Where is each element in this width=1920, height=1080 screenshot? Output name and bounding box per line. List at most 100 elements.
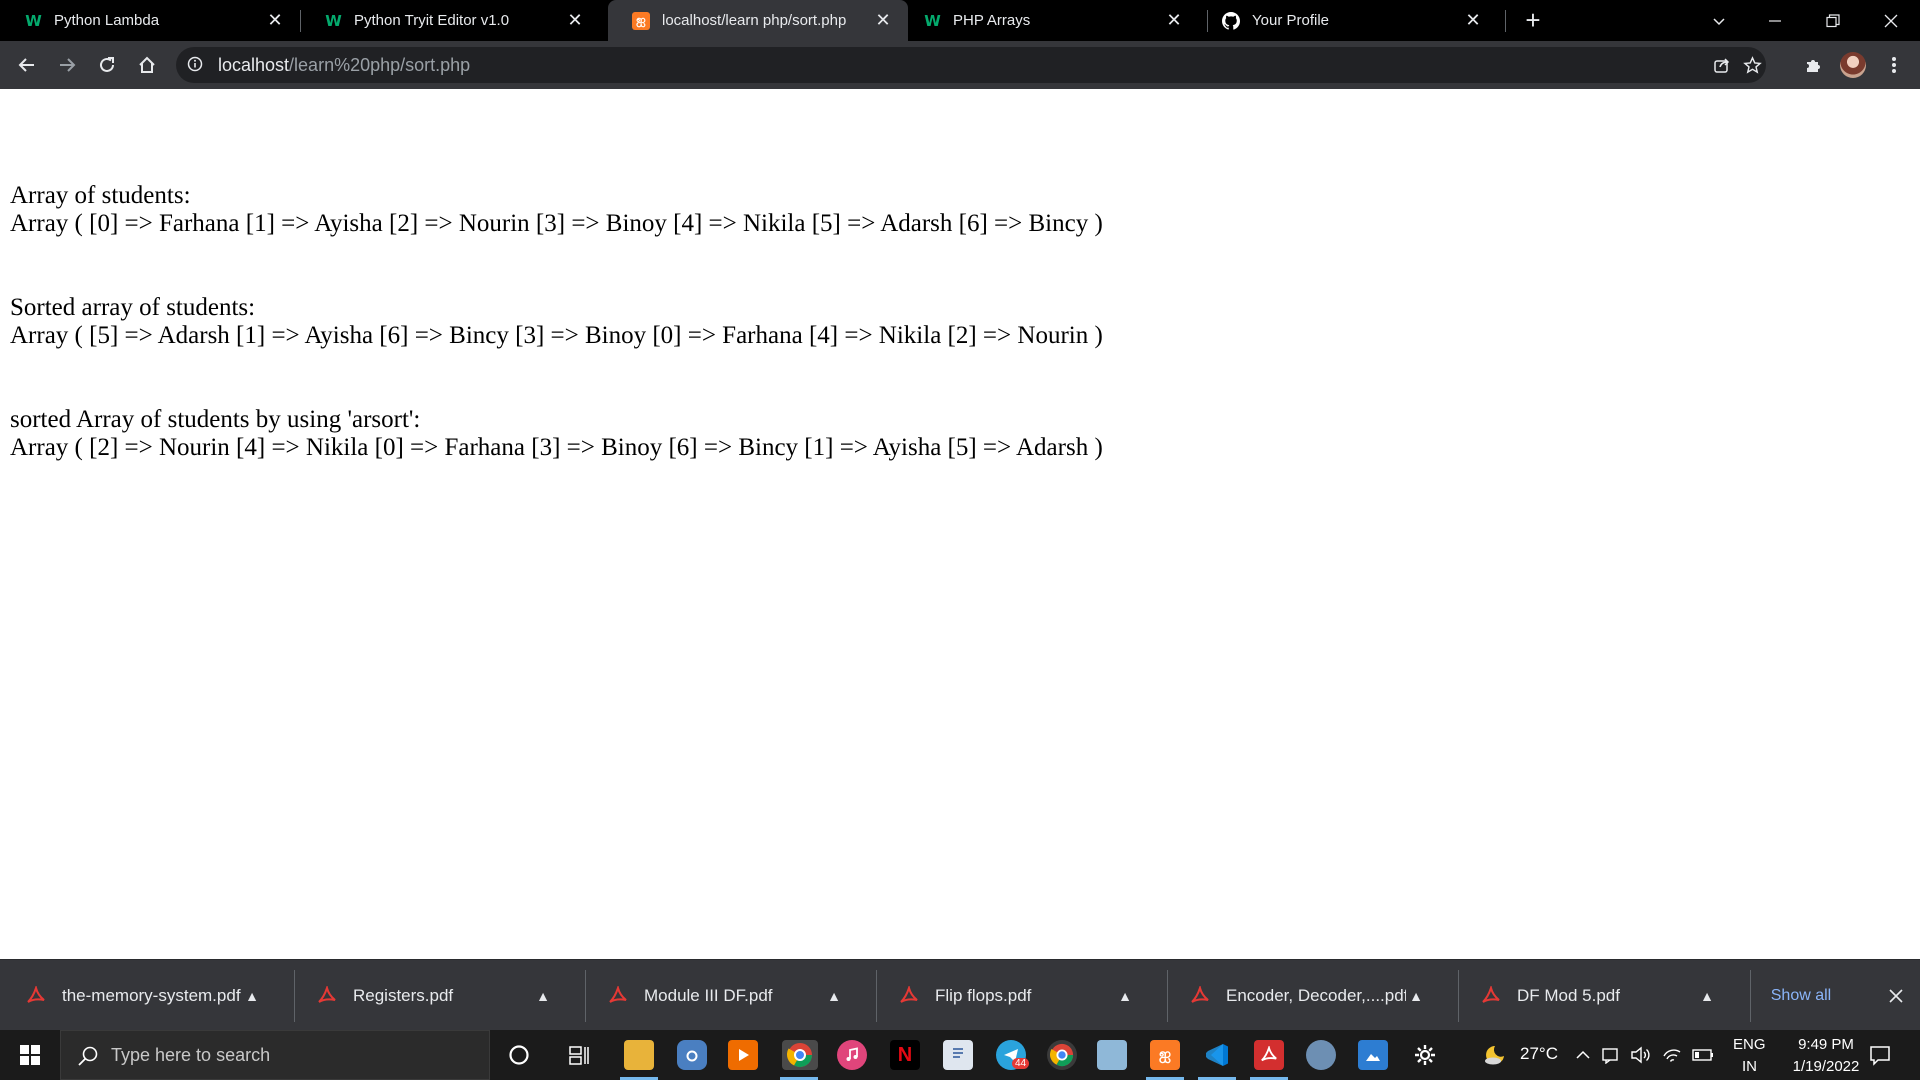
- acrobat-icon[interactable]: [1254, 1040, 1284, 1070]
- temperature: 27°C: [1520, 1044, 1558, 1063]
- camera-icon[interactable]: [677, 1040, 707, 1070]
- w3schools-icon: W: [325, 11, 342, 30]
- cortana-icon[interactable]: [504, 1040, 534, 1070]
- tab-title: Python Tryit Editor v1.0: [354, 12, 510, 29]
- wifi-icon[interactable]: [1660, 1040, 1684, 1070]
- download-item[interactable]: Module III DF.pdf ▲: [582, 960, 872, 1031]
- tab-python-tryit-editor[interactable]: W Python Tryit Editor v1.0 ✕: [300, 0, 600, 41]
- arsort-array-section: sorted Array of students by using 'arsor…: [10, 406, 1103, 462]
- meet-now-icon[interactable]: [1600, 1040, 1624, 1070]
- download-item[interactable]: Registers.pdf ▲: [291, 960, 581, 1031]
- pdf-icon: [27, 985, 45, 1003]
- task-view-icon[interactable]: [564, 1040, 594, 1070]
- download-shelf: the-memory-system.pdf ▲ Registers.pdf ▲ …: [0, 959, 1920, 1031]
- tab-sort-php[interactable]: ஐ localhost/learn php/sort.php ✕: [608, 0, 908, 41]
- chevron-up-icon[interactable]: ▲: [1697, 988, 1717, 1004]
- array-output: Array ( [2] => Nourin [4] => Nikila [0] …: [10, 434, 1103, 461]
- download-item[interactable]: Flip flops.pdf ▲: [873, 960, 1163, 1031]
- close-tab-icon[interactable]: ✕: [566, 10, 584, 30]
- download-filename: DF Mod 5.pdf: [1517, 985, 1620, 1005]
- tab-title: localhost/learn php/sort.php: [662, 12, 847, 29]
- vscode-icon[interactable]: [1202, 1040, 1232, 1070]
- download-item[interactable]: the-memory-system.pdf ▲: [0, 960, 290, 1031]
- tab-python-lambda[interactable]: W Python Lambda ✕: [0, 0, 300, 41]
- weather-icon[interactable]: [1480, 1040, 1510, 1070]
- chevron-up-icon[interactable]: ▲: [242, 988, 262, 1004]
- array-output: Array ( [5] => Adarsh [1] => Ayisha [6] …: [10, 322, 1103, 349]
- volume-icon[interactable]: [1628, 1040, 1654, 1070]
- close-tab-icon[interactable]: ✕: [874, 10, 892, 30]
- chrome-profile-icon[interactable]: [1047, 1040, 1077, 1070]
- site-info-icon[interactable]: [187, 56, 203, 72]
- download-item[interactable]: DF Mod 5.pdf ▲: [1455, 960, 1745, 1031]
- minimize-icon[interactable]: [1750, 0, 1800, 41]
- github-icon: [1222, 11, 1240, 30]
- tab-php-arrays[interactable]: W PHP Arrays ✕: [899, 0, 1199, 41]
- notifications-icon[interactable]: [1865, 1040, 1895, 1070]
- back-icon[interactable]: [11, 49, 43, 81]
- clock-date[interactable]: 1/19/2022: [1780, 1058, 1872, 1075]
- photos-icon[interactable]: [1358, 1040, 1388, 1070]
- notepad-icon[interactable]: [943, 1040, 973, 1070]
- tab-search-chevron-icon[interactable]: [1694, 0, 1744, 41]
- pdf-icon: [1482, 985, 1500, 1003]
- sticky-notes-icon[interactable]: [1097, 1040, 1127, 1070]
- download-filename: Registers.pdf: [353, 985, 454, 1005]
- menu-kebab-icon[interactable]: [1878, 49, 1910, 81]
- tab-title: Your Profile: [1252, 12, 1329, 29]
- profile-avatar[interactable]: [1840, 52, 1866, 78]
- url-text: localhost/learn%20php/sort.php: [218, 55, 471, 75]
- pdf-icon: [609, 985, 627, 1003]
- share-icon[interactable]: [1712, 55, 1732, 75]
- bookmark-star-icon[interactable]: [1742, 55, 1762, 75]
- close-tab-icon[interactable]: ✕: [1165, 10, 1183, 30]
- file-explorer-icon[interactable]: [624, 1040, 654, 1070]
- chevron-up-icon[interactable]: ▲: [824, 988, 844, 1004]
- windows-start-icon[interactable]: [0, 1030, 60, 1080]
- input-language-bottom[interactable]: IN: [1742, 1058, 1757, 1075]
- close-tab-icon[interactable]: ✕: [266, 10, 284, 30]
- new-tab-button[interactable]: +: [1519, 5, 1547, 35]
- media-player-icon[interactable]: [728, 1040, 758, 1070]
- extensions-puzzle-icon[interactable]: [1797, 49, 1829, 81]
- telegram-badge: 44: [1012, 1058, 1030, 1069]
- reload-icon[interactable]: [91, 49, 123, 81]
- taskbar-search-box[interactable]: Type here to search: [60, 1030, 490, 1080]
- window-close-icon[interactable]: [1866, 0, 1916, 41]
- restore-icon[interactable]: [1808, 0, 1858, 41]
- pdf-icon: [900, 985, 918, 1003]
- chevron-up-icon[interactable]: ▲: [1115, 988, 1135, 1004]
- input-language-top[interactable]: ENG: [1733, 1036, 1766, 1053]
- paint-icon[interactable]: [1306, 1040, 1336, 1070]
- itunes-icon[interactable]: [837, 1040, 867, 1070]
- forward-icon[interactable]: [51, 49, 83, 81]
- xampp-icon[interactable]: ஐ: [1150, 1040, 1180, 1070]
- home-icon[interactable]: [131, 49, 163, 81]
- search-icon: [78, 1046, 98, 1066]
- tab-title: Python Lambda: [54, 12, 160, 29]
- browser-toolbar: localhost/learn%20php/sort.php: [0, 41, 1920, 89]
- show-hidden-icons-chevron-icon[interactable]: [1574, 1040, 1592, 1070]
- tab-strip: W Python Lambda ✕ W Python Tryit Editor …: [0, 0, 1920, 41]
- w3schools-icon: W: [924, 11, 941, 30]
- chrome-icon[interactable]: [782, 1040, 818, 1070]
- netflix-icon[interactable]: N: [890, 1040, 920, 1070]
- address-bar[interactable]: localhost/learn%20php/sort.php: [176, 47, 1766, 83]
- tab-your-profile[interactable]: Your Profile ✕: [1198, 0, 1498, 41]
- chevron-up-icon[interactable]: ▲: [1406, 988, 1426, 1004]
- section-heading: sorted Array of students by using 'arsor…: [10, 406, 421, 433]
- settings-gear-icon[interactable]: [1410, 1040, 1440, 1070]
- close-shelf-icon[interactable]: [1884, 984, 1908, 1008]
- download-filename: Module III DF.pdf: [644, 985, 773, 1005]
- page-content: Array of students: Array ( [0] => Farhan…: [0, 89, 1920, 959]
- battery-icon[interactable]: [1690, 1040, 1716, 1070]
- w3schools-icon: W: [25, 11, 42, 30]
- sorted-array-section: Sorted array of students: Array ( [5] =>…: [10, 294, 1103, 350]
- download-item[interactable]: Encoder, Decoder,....pdf ▲: [1164, 960, 1454, 1031]
- clock-time[interactable]: 9:49 PM: [1786, 1036, 1866, 1053]
- section-heading: Sorted array of students:: [10, 294, 256, 321]
- pdf-icon: [318, 985, 336, 1003]
- close-tab-icon[interactable]: ✕: [1464, 10, 1482, 30]
- show-all-downloads-button[interactable]: Show all: [1752, 979, 1850, 1013]
- chevron-up-icon[interactable]: ▲: [533, 988, 553, 1004]
